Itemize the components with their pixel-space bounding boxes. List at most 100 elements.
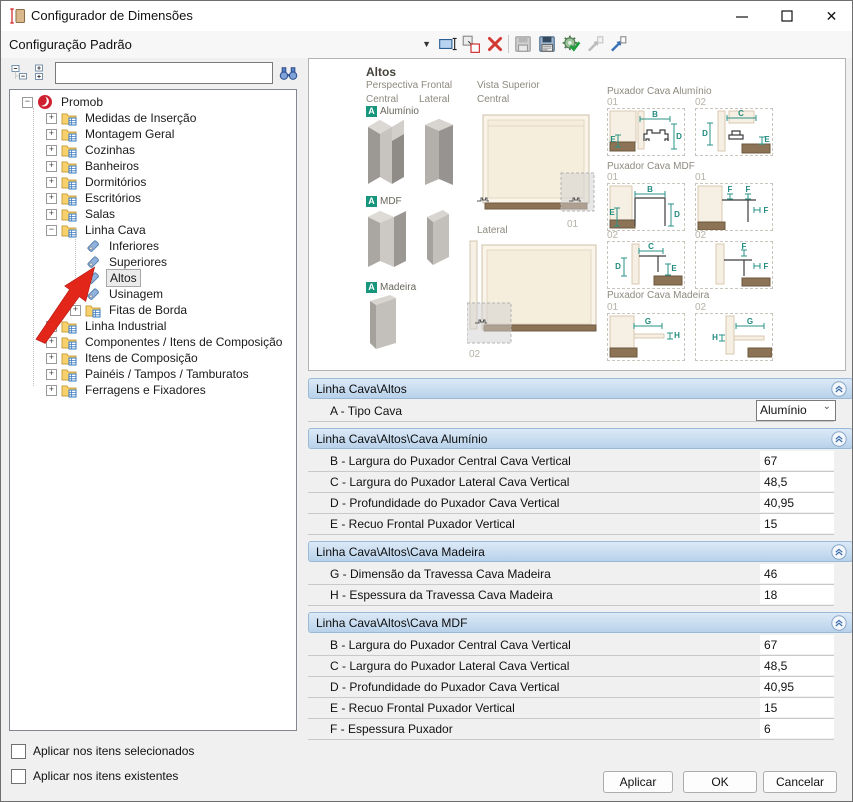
collapse-section-icon[interactable]	[831, 381, 847, 397]
tree-item[interactable]: + Montagem Geral	[10, 126, 296, 142]
collapse-icon[interactable]: −	[22, 97, 33, 108]
section-title: Linha Cava\Altos\Cava Alumínio	[316, 432, 487, 446]
value-dropdown[interactable]: Alumínio⌄	[756, 400, 836, 421]
tree-item[interactable]: − Linha Cava	[10, 222, 296, 238]
tree-item[interactable]: Superiores	[10, 254, 296, 270]
cancel-button[interactable]: Cancelar	[763, 771, 837, 793]
svg-text:F: F	[746, 185, 751, 194]
tree-item-label[interactable]: Escritórios	[82, 190, 144, 206]
value-field[interactable]: 48,5	[760, 472, 834, 491]
value-field[interactable]: 18	[760, 585, 834, 604]
svg-text:D: D	[615, 262, 621, 271]
value-field[interactable]: 6	[760, 719, 834, 738]
save-configuration-icon	[513, 34, 533, 54]
configuration-combobox[interactable]: Configuração Padrão ▼	[9, 34, 435, 55]
tree-item[interactable]: + Itens de Composição	[10, 350, 296, 366]
tree-item-label[interactable]: Cozinhas	[82, 142, 138, 158]
tree-item-label[interactable]: Ferragens e Fixadores	[82, 382, 209, 398]
maximize-button[interactable]	[764, 1, 809, 31]
collapse-icon[interactable]: −	[46, 225, 57, 236]
value-field[interactable]: 40,95	[760, 677, 834, 696]
section-header[interactable]: Linha Cava\Altos\Cava Alumínio	[308, 428, 853, 449]
tree-item-label[interactable]: Montagem Geral	[82, 126, 177, 142]
tree-item-label[interactable]: Linha Cava	[82, 222, 149, 238]
tree-item[interactable]: + Ferragens e Fixadores	[10, 382, 296, 398]
tree-item[interactable]: + Banheiros	[10, 158, 296, 174]
tree-item-label[interactable]: Medidas de Inserção	[82, 110, 199, 126]
value-field[interactable]: 67	[760, 635, 834, 654]
collapse-section-icon[interactable]	[831, 544, 847, 560]
tree-item-label[interactable]: Banheiros	[82, 158, 142, 174]
value-field[interactable]: 46	[760, 564, 834, 583]
collapse-all-icon[interactable]	[11, 64, 28, 81]
apply-button[interactable]: Aplicar	[603, 771, 673, 793]
toolbar: Configuração Padrão ▼	[1, 31, 852, 58]
tree-item-label[interactable]: Componentes / Itens de Composição	[82, 334, 285, 350]
section-header[interactable]: Linha Cava\Altos	[308, 378, 853, 399]
search-binoculars-icon[interactable]	[279, 63, 298, 82]
rename-configuration-icon[interactable]	[438, 34, 458, 54]
value-field[interactable]: 40,95	[760, 493, 834, 512]
tree-item-label[interactable]: Superiores	[106, 254, 170, 270]
tree-item[interactable]: Inferiores	[10, 238, 296, 254]
expand-icon[interactable]: +	[46, 193, 57, 204]
tree-item-label[interactable]: Usinagem	[106, 286, 166, 302]
value-field[interactable]: 67	[760, 451, 834, 470]
tree-item-label[interactable]: Itens de Composição	[82, 350, 201, 366]
expand-icon[interactable]: +	[46, 145, 57, 156]
section-header[interactable]: Linha Cava\Altos\Cava Madeira	[308, 541, 853, 562]
tree-item[interactable]: Altos	[10, 270, 296, 286]
collapse-section-icon[interactable]	[831, 431, 847, 447]
svg-text:F: F	[764, 206, 769, 215]
apply-selected-checkbox[interactable]	[11, 744, 26, 759]
tree-item[interactable]: + Dormitórios	[10, 174, 296, 190]
tree-item[interactable]: + Escritórios	[10, 190, 296, 206]
tree-item-label[interactable]: Salas	[82, 206, 118, 222]
delete-configuration-icon[interactable]	[485, 34, 505, 54]
expand-icon[interactable]: +	[46, 209, 57, 220]
apply-existing-checkbox-row: Aplicar nos itens existentes	[11, 768, 178, 784]
top-view-central-drawing	[477, 111, 595, 221]
close-button[interactable]: ✕	[809, 1, 853, 31]
tree-item-label[interactable]: Painéis / Tampos / Tamburatos	[82, 366, 252, 382]
tree-item-label[interactable]: Inferiores	[106, 238, 162, 254]
tree-item-label[interactable]: Altos	[106, 269, 141, 287]
value-field[interactable]: 48,5	[760, 656, 834, 675]
expand-icon[interactable]: +	[46, 385, 57, 396]
expand-icon[interactable]: +	[46, 177, 57, 188]
expand-icon[interactable]: +	[46, 353, 57, 364]
tree-item-label[interactable]: Dormitórios	[82, 174, 149, 190]
value-field[interactable]: 15	[760, 514, 834, 533]
expand-icon[interactable]: +	[46, 369, 57, 380]
minimize-button[interactable]	[719, 1, 764, 31]
tree-item-label[interactable]: Promob	[58, 94, 106, 110]
tree-item[interactable]: + Painéis / Tampos / Tamburatos	[10, 366, 296, 382]
tree-item[interactable]: − Promob	[10, 94, 296, 110]
detail-diagram: CDE	[607, 241, 685, 289]
top-view-label: Vista Superior	[477, 80, 540, 91]
save-as-configuration-icon[interactable]	[537, 34, 557, 54]
svg-text:H: H	[712, 333, 718, 342]
tree-item[interactable]: + Cozinhas	[10, 142, 296, 158]
tree-item[interactable]: + Medidas de Inserção	[10, 110, 296, 126]
value-field[interactable]: 15	[760, 698, 834, 717]
expand-icon[interactable]: +	[46, 129, 57, 140]
section-header[interactable]: Linha Cava\Altos\Cava MDF	[308, 612, 853, 633]
export-configuration-icon[interactable]	[608, 34, 628, 54]
apply-configuration-icon[interactable]	[561, 34, 581, 54]
tree-item-label[interactable]: Fitas de Borda	[106, 302, 190, 318]
tree-item[interactable]: + Salas	[10, 206, 296, 222]
expand-icon[interactable]: +	[46, 113, 57, 124]
ok-button[interactable]: OK	[683, 771, 757, 793]
expand-icon[interactable]: +	[46, 161, 57, 172]
apply-existing-checkbox[interactable]	[11, 769, 26, 784]
detail-cell: 02CDE	[695, 97, 771, 156]
property-label: B - Largura do Puxador Central Cava Vert…	[330, 454, 571, 468]
collapse-section-icon[interactable]	[831, 615, 847, 631]
duplicate-configuration-icon[interactable]	[461, 34, 481, 54]
expand-all-icon[interactable]	[31, 64, 48, 81]
callout-label: 01	[607, 172, 683, 183]
tree-item-label[interactable]: Linha Industrial	[82, 318, 169, 334]
tree-search-input[interactable]	[55, 62, 273, 84]
property-row: A - Tipo CavaAlumínio⌄	[308, 401, 834, 422]
